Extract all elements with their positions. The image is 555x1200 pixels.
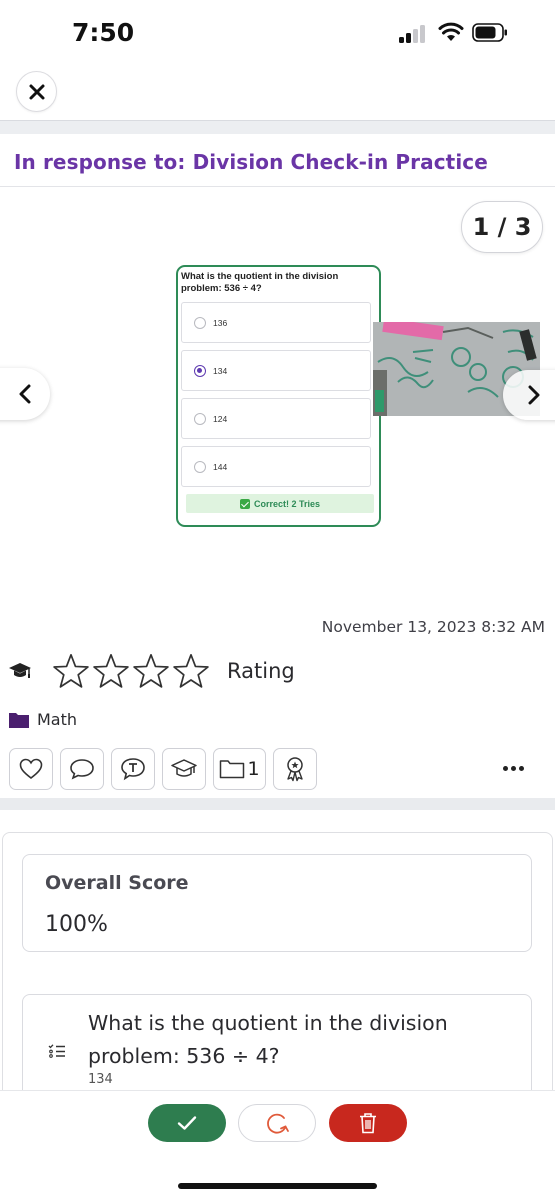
folder-icon — [9, 712, 29, 728]
quiz-option: 136 — [181, 302, 371, 343]
check-icon — [177, 1116, 197, 1130]
cellular-signal-icon — [399, 25, 429, 43]
quiz-option-label: 134 — [213, 365, 228, 376]
retry-button[interactable] — [238, 1104, 316, 1142]
folder-button[interactable]: 1 — [213, 748, 266, 790]
quiz-option: 124 — [181, 398, 371, 439]
trash-icon — [360, 1113, 376, 1134]
quiz-option-selected: 134 — [181, 350, 371, 391]
quiz-option-label: 144 — [213, 461, 228, 472]
header-divider — [0, 120, 555, 134]
title-divider — [0, 186, 555, 187]
submission-timestamp: November 13, 2023 8:32 AM — [321, 618, 545, 636]
assess-button[interactable] — [162, 748, 206, 790]
heart-icon — [19, 758, 43, 780]
chevron-right-icon — [528, 385, 540, 405]
text-comment-icon — [121, 758, 145, 781]
previous-button[interactable] — [0, 368, 50, 420]
star-icon[interactable] — [92, 652, 130, 690]
like-button[interactable] — [9, 748, 53, 790]
award-button[interactable] — [273, 748, 317, 790]
check-box-icon — [239, 498, 250, 509]
star-icon[interactable] — [172, 652, 210, 690]
status-time: 7:50 — [72, 18, 135, 47]
text-comment-button[interactable] — [111, 748, 155, 790]
subject-label: Math — [37, 710, 78, 729]
subject-row[interactable]: Math — [8, 710, 77, 729]
radio-icon — [194, 316, 206, 329]
section-divider — [0, 798, 555, 810]
quiz-submission-card[interactable]: What is the quotient in the division pro… — [176, 265, 381, 527]
graduation-cap-icon — [9, 663, 31, 678]
status-bar: 7:50 — [0, 0, 555, 64]
star-icon[interactable] — [52, 652, 90, 690]
wifi-icon — [438, 22, 464, 41]
quiz-result-badge: Correct! 2 Tries — [186, 494, 374, 513]
next-button[interactable] — [503, 370, 555, 420]
checklist-icon — [48, 1044, 65, 1058]
more-icon — [502, 765, 508, 771]
radio-icon — [194, 412, 206, 425]
comment-icon — [70, 759, 94, 780]
question-text: What is the quotient in the division pro… — [88, 1011, 448, 1068]
close-button[interactable] — [16, 71, 57, 112]
folder-count: 1 — [247, 758, 260, 780]
battery-icon — [472, 23, 507, 42]
quiz-question: What is the quotient in the division pro… — [181, 271, 339, 294]
question-answer: 134 — [88, 1072, 113, 1087]
chevron-left-icon — [19, 384, 31, 404]
overall-score-card: Overall Score 100% — [22, 854, 532, 952]
star-icon[interactable] — [132, 652, 170, 690]
quiz-option-label: 124 — [213, 413, 228, 424]
radio-selected-icon — [194, 364, 206, 377]
delete-button[interactable] — [329, 1104, 407, 1142]
close-icon — [29, 84, 44, 99]
quiz-option-label: 136 — [213, 317, 228, 328]
page-counter: 1 / 3 — [461, 201, 543, 253]
rating-row: Rating — [8, 650, 295, 692]
action-toolbar: 1 — [9, 748, 324, 790]
home-indicator[interactable] — [178, 1183, 377, 1189]
quiz-result-text: Correct! 2 Tries — [253, 498, 321, 509]
overall-score-title: Overall Score — [45, 872, 189, 894]
radio-icon — [194, 460, 206, 473]
response-title[interactable]: In response to: Division Check-in Practi… — [14, 150, 488, 174]
more-options-button[interactable] — [500, 758, 526, 778]
graduation-cap-icon — [171, 759, 197, 777]
quiz-option: 144 — [181, 446, 371, 487]
comment-button[interactable] — [60, 748, 104, 790]
award-icon — [287, 757, 303, 782]
retry-icon — [267, 1113, 289, 1134]
approve-button[interactable] — [148, 1104, 226, 1142]
rating-label: Rating — [227, 659, 295, 683]
folder-icon — [220, 760, 245, 779]
overall-score-value: 100% — [45, 912, 108, 937]
